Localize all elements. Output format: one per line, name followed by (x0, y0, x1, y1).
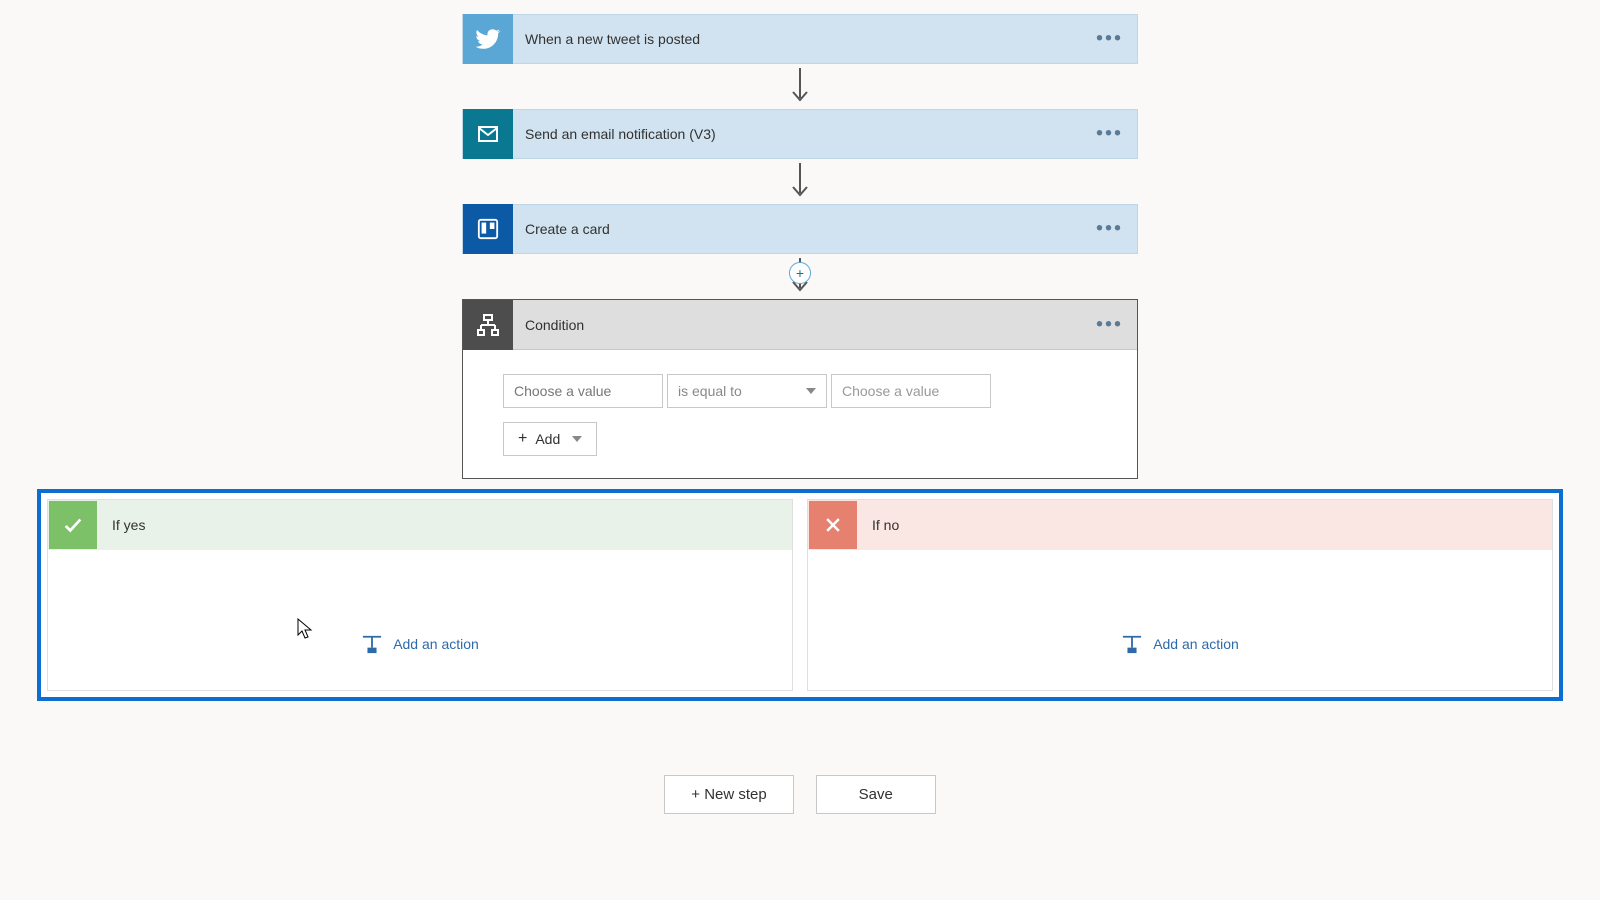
add-action-no-label: Add an action (1153, 636, 1239, 652)
insert-step-button[interactable]: + (789, 262, 811, 284)
branch-if-yes: If yes Add an action (47, 499, 793, 691)
branch-if-no: If no Add an action (807, 499, 1553, 691)
condition-left-input[interactable]: Choose a value (503, 374, 663, 408)
twitter-icon (463, 14, 513, 64)
condition-right-input[interactable]: Choose a value (831, 374, 991, 408)
branch-no-header[interactable]: If no (808, 500, 1552, 550)
add-action-icon (1121, 634, 1143, 654)
add-action-no[interactable]: Add an action (1121, 634, 1239, 654)
chevron-down-icon (806, 388, 816, 394)
condition-branches-frame: If yes Add an action If no (37, 489, 1563, 701)
step-menu-icon[interactable]: ••• (1096, 123, 1123, 146)
condition-add-label: Add (535, 431, 560, 447)
email-icon (463, 109, 513, 159)
condition-operator-label: is equal to (678, 383, 742, 399)
condition-header[interactable]: Condition ••• (463, 300, 1137, 350)
condition-icon (463, 300, 513, 350)
condition-add-button[interactable]: + Add (503, 422, 597, 456)
save-button[interactable]: Save (816, 775, 936, 814)
step-email-label: Send an email notification (V3) (513, 126, 1137, 142)
condition-operator-select[interactable]: is equal to (667, 374, 827, 408)
condition-title: Condition (513, 317, 1137, 333)
branch-yes-header[interactable]: If yes (48, 500, 792, 550)
step-email[interactable]: Send an email notification (V3) ••• (462, 109, 1138, 159)
branch-no-label: If no (858, 517, 899, 533)
step-menu-icon[interactable]: ••• (1096, 28, 1123, 51)
arrow-icon (788, 159, 812, 204)
branch-yes-label: If yes (98, 517, 145, 533)
plus-icon: + (518, 431, 527, 447)
add-action-yes[interactable]: Add an action (361, 634, 479, 654)
step-trello[interactable]: Create a card ••• (462, 204, 1138, 254)
step-menu-icon[interactable]: ••• (1096, 313, 1123, 336)
trello-icon (463, 204, 513, 254)
add-action-yes-label: Add an action (393, 636, 479, 652)
step-trello-label: Create a card (513, 221, 1137, 237)
step-twitter-label: When a new tweet is posted (513, 31, 1137, 47)
close-icon (809, 501, 857, 549)
arrow-icon (788, 64, 812, 109)
step-menu-icon[interactable]: ••• (1096, 218, 1123, 241)
new-step-button[interactable]: + New step (664, 775, 793, 814)
condition-card: Condition ••• Choose a value is equal to… (462, 299, 1138, 479)
step-twitter[interactable]: When a new tweet is posted ••• (462, 14, 1138, 64)
chevron-down-icon (572, 436, 582, 442)
check-icon (49, 501, 97, 549)
add-action-icon (361, 634, 383, 654)
